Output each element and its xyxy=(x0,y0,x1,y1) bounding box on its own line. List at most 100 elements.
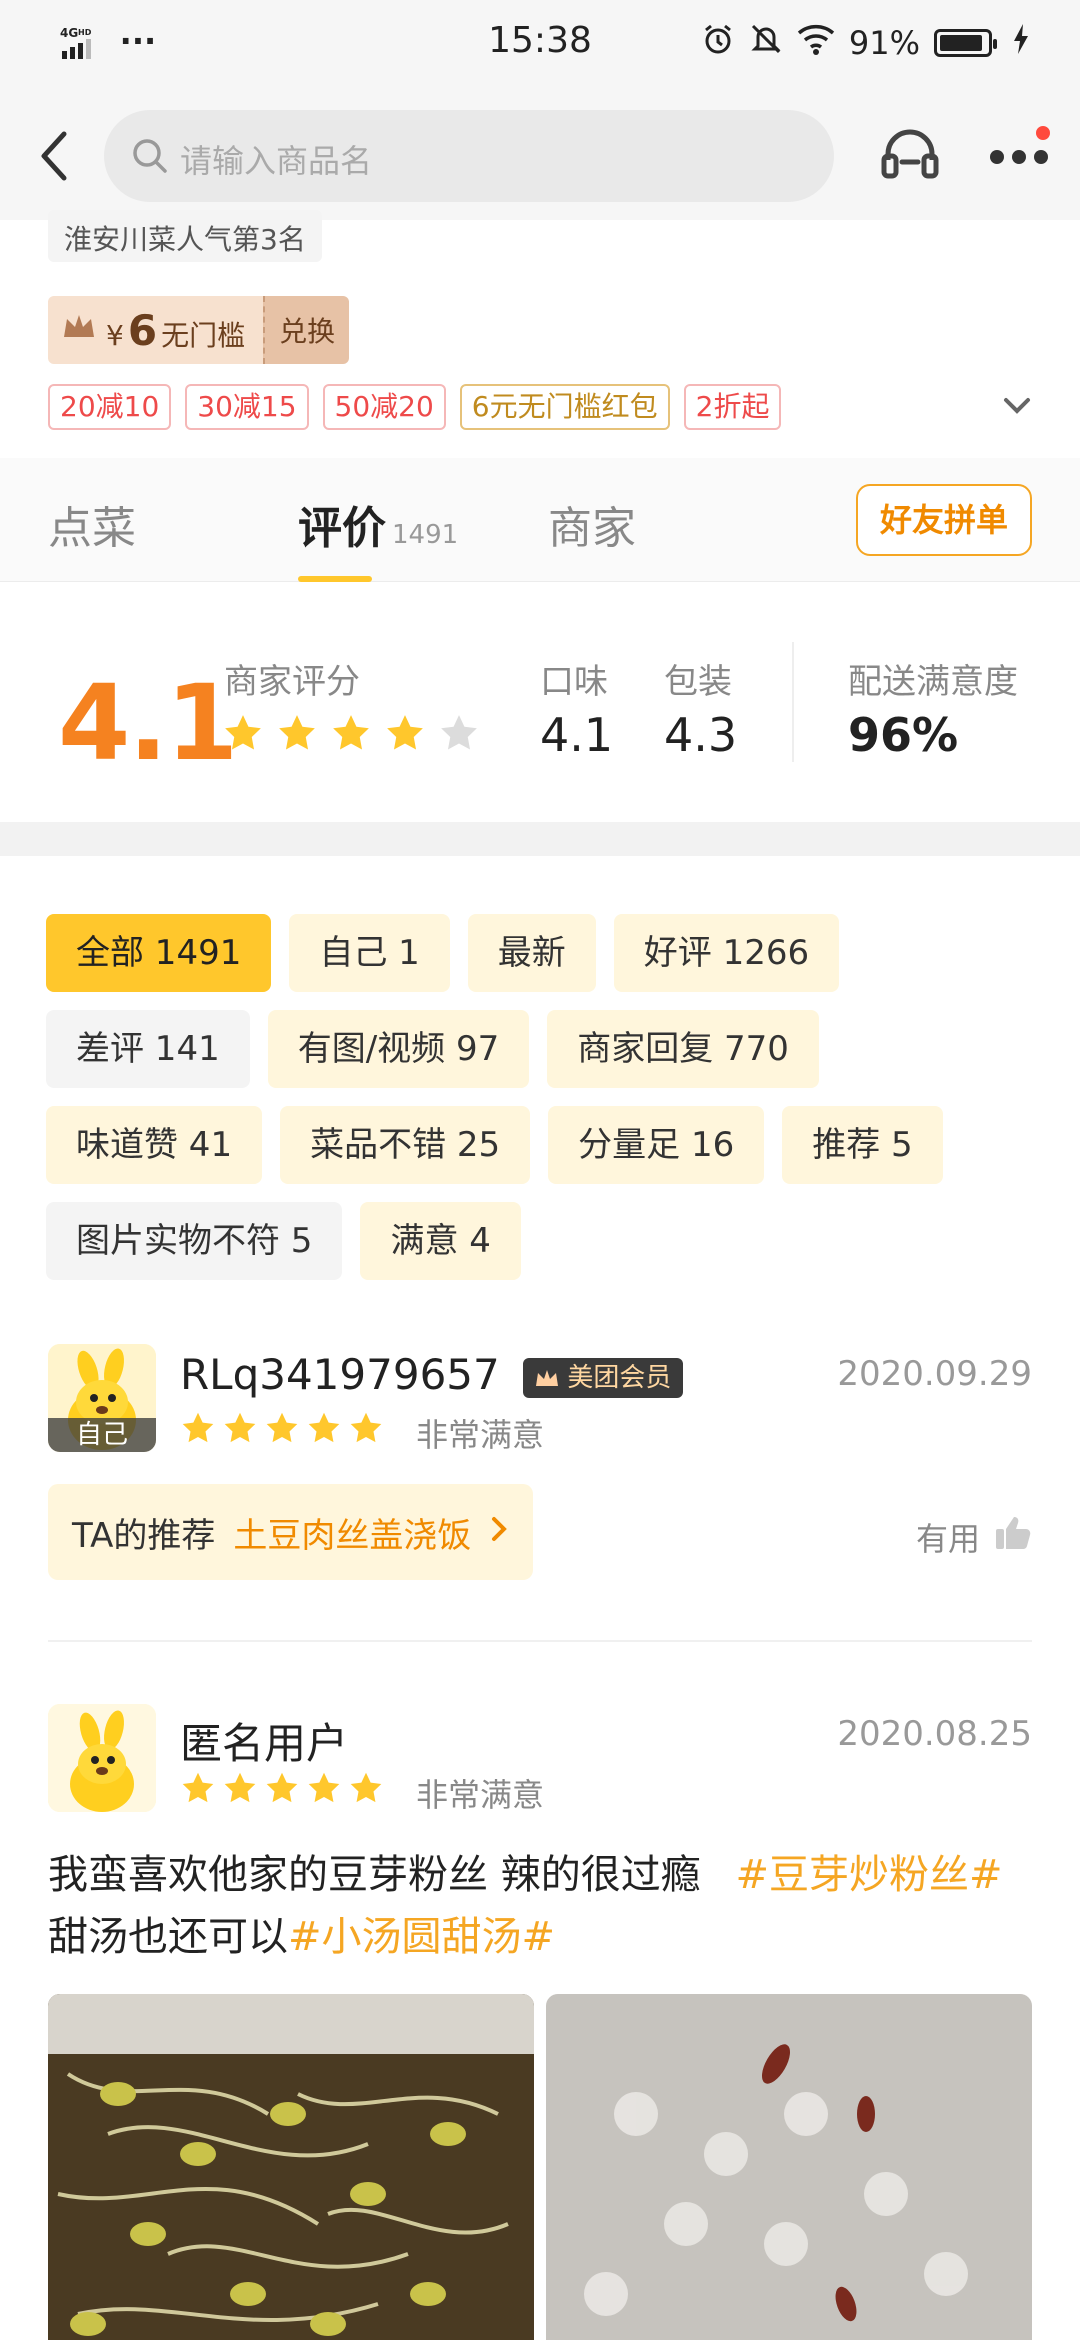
taste-score: 4.1 xyxy=(540,708,614,762)
thumbs-up-icon xyxy=(994,1515,1032,1559)
review-text-part: 我蛮喜欢他家的豆芽粉丝 辣的很过瘾 xyxy=(48,1852,701,1898)
back-button[interactable] xyxy=(28,126,88,186)
review-stars xyxy=(180,1770,384,1806)
search-placeholder: 请输入商品名 xyxy=(180,142,373,180)
group-order-button[interactable]: 好友拼单 xyxy=(855,484,1032,556)
star-filled-icon xyxy=(225,715,261,750)
discount-tag[interactable]: 50减20 xyxy=(322,384,446,430)
store-info: 淮安川菜人气第3名 ¥ 6 无门槛 兑换 20减10 30减15 50减20 6… xyxy=(0,210,1080,458)
self-tag: 自己 xyxy=(48,1418,156,1452)
search-input[interactable]: 请输入商品名 xyxy=(104,110,834,202)
dish-hashtag[interactable]: #豆芽炒粉丝# xyxy=(735,1852,1002,1898)
star-filled-icon xyxy=(266,1772,298,1803)
filter-mine[interactable]: 自己 1 xyxy=(289,914,450,992)
star-filled-icon xyxy=(308,1412,340,1443)
kangaroo-avatar-icon xyxy=(48,1704,156,1812)
tab-merchant[interactable]: 商家 xyxy=(548,492,636,556)
tab-reviews-count: 1491 xyxy=(392,520,459,550)
review-text: 我蛮喜欢他家的豆芽粉丝 辣的很过瘾 #豆芽炒粉丝# 甜汤也还可以#小汤圆甜汤# xyxy=(48,1844,1032,1968)
reviewer-name: 匿名用户 xyxy=(180,1719,349,1768)
reviewer-name: RLq341979657 美团会员 xyxy=(180,1350,684,1399)
filter-tag[interactable]: 菜品不错 25 xyxy=(280,1106,531,1184)
tab-reviews[interactable]: 评价 1491 xyxy=(298,492,458,556)
review-item: 自己 RLq341979657 美团会员 2020.09.29 非常满意 TA的… xyxy=(48,1344,1032,1604)
review-date: 2020.08.25 xyxy=(837,1714,1032,1754)
overall-stars xyxy=(222,712,480,754)
star-filled-icon xyxy=(350,1772,382,1803)
star-filled-icon xyxy=(224,1772,256,1803)
status-bar: 4G HD ··· 15:38 91% xyxy=(0,0,1080,90)
crown-icon xyxy=(536,1369,559,1386)
recommend-dish-link[interactable]: TA的推荐 土豆肉丝盖浇饭 xyxy=(48,1484,534,1580)
review-item: 匿名用户 2020.08.25 非常满意 我蛮喜欢他家的豆芽粉丝 辣的很过瘾 #… xyxy=(48,1704,1032,2340)
coupon-amount: 6 xyxy=(127,305,158,355)
filter-all[interactable]: 全部 1491 xyxy=(46,914,272,992)
chevron-down-icon[interactable] xyxy=(1002,394,1032,420)
filter-tag[interactable]: 推荐 5 xyxy=(782,1106,943,1184)
review-divider xyxy=(48,1640,1032,1642)
review-date: 2020.09.29 xyxy=(837,1354,1032,1394)
filter-positive[interactable]: 好评 1266 xyxy=(613,914,840,992)
taste-label: 口味 xyxy=(540,662,608,702)
coupon-label: 无门槛 xyxy=(161,318,246,352)
filter-negative[interactable]: 差评 141 xyxy=(46,1010,250,1088)
reviewer-name-text: RLq341979657 xyxy=(180,1350,500,1399)
useful-label: 有用 xyxy=(915,1520,980,1558)
satisfaction-level: 非常满意 xyxy=(416,1776,545,1814)
avatar[interactable] xyxy=(48,1704,156,1812)
star-empty-icon xyxy=(441,715,477,750)
star-filled-icon xyxy=(266,1412,298,1443)
member-badge: 美团会员 xyxy=(523,1357,684,1398)
dish-hashtag[interactable]: #小汤圆甜汤# xyxy=(288,1914,555,1960)
satisfaction-level: 非常满意 xyxy=(416,1416,545,1454)
battery-percent: 91% xyxy=(848,24,920,62)
tab-reviews-label: 评价 xyxy=(298,503,386,554)
filter-with-media[interactable]: 有图/视频 97 xyxy=(267,1010,530,1088)
notification-dot xyxy=(1036,126,1050,140)
filter-merchant-reply[interactable]: 商家回复 770 xyxy=(547,1010,819,1088)
filter-tag[interactable]: 分量足 16 xyxy=(548,1106,765,1184)
filter-tag[interactable]: 味道赞 41 xyxy=(46,1106,263,1184)
coupon-currency: ¥ xyxy=(106,318,124,352)
customer-service-icon[interactable] xyxy=(878,126,942,190)
star-filled-icon xyxy=(279,715,315,750)
review-photo[interactable] xyxy=(48,1994,534,2340)
filter-tag[interactable]: 图片实物不符 5 xyxy=(46,1202,343,1280)
useful-button[interactable]: 有用 xyxy=(916,1514,1032,1560)
rating-summary: 4.1 商家评分 口味 4.1 包装 4.3 配送满意度 96% xyxy=(0,582,1080,822)
star-filled-icon xyxy=(308,1772,340,1803)
star-filled-icon xyxy=(224,1412,256,1443)
member-badge-label: 美团会员 xyxy=(567,1362,672,1393)
overall-score: 4.1 xyxy=(58,662,238,784)
delivery-label: 配送满意度 xyxy=(848,662,1018,702)
review-text-part: 甜汤也还可以 xyxy=(48,1914,288,1960)
filter-latest[interactable]: 最新 xyxy=(467,914,596,992)
member-coupon[interactable]: ¥ 6 无门槛 兑换 xyxy=(48,296,350,364)
discount-tag[interactable]: 2折起 xyxy=(683,384,782,430)
search-icon xyxy=(130,136,170,180)
discount-tags: 20减10 30减15 50减20 6元无门槛红包 2折起 xyxy=(48,384,782,430)
rank-tag[interactable]: 淮安川菜人气第3名 xyxy=(48,210,322,262)
overall-label: 商家评分 xyxy=(224,662,360,702)
more-menu-button[interactable] xyxy=(990,150,1048,164)
review-photo[interactable] xyxy=(546,1994,1032,2340)
alarm-icon xyxy=(701,22,735,64)
tab-menu[interactable]: 点菜 xyxy=(48,492,136,556)
discount-tag[interactable]: 20减10 xyxy=(48,384,172,430)
battery-icon xyxy=(934,29,997,57)
delivery-score: 96% xyxy=(848,708,959,762)
top-header: 请输入商品名 xyxy=(0,90,1080,220)
discount-tag[interactable]: 30减15 xyxy=(185,384,309,430)
red-packet-tag[interactable]: 6元无门槛红包 xyxy=(459,384,670,430)
coupon-value: ¥ 6 无门槛 xyxy=(48,296,264,364)
wifi-icon xyxy=(797,23,835,63)
mute-bell-icon xyxy=(749,22,783,64)
avatar[interactable]: 自己 xyxy=(48,1344,156,1452)
review-stars xyxy=(180,1410,384,1446)
store-tabs: 点菜 评价 1491 商家 好友拼单 xyxy=(0,458,1080,582)
filter-tag[interactable]: 满意 4 xyxy=(360,1202,521,1280)
star-filled-icon xyxy=(333,715,369,750)
star-filled-icon xyxy=(182,1412,214,1443)
coupon-redeem-button[interactable]: 兑换 xyxy=(263,296,350,364)
charging-icon xyxy=(1012,23,1030,63)
